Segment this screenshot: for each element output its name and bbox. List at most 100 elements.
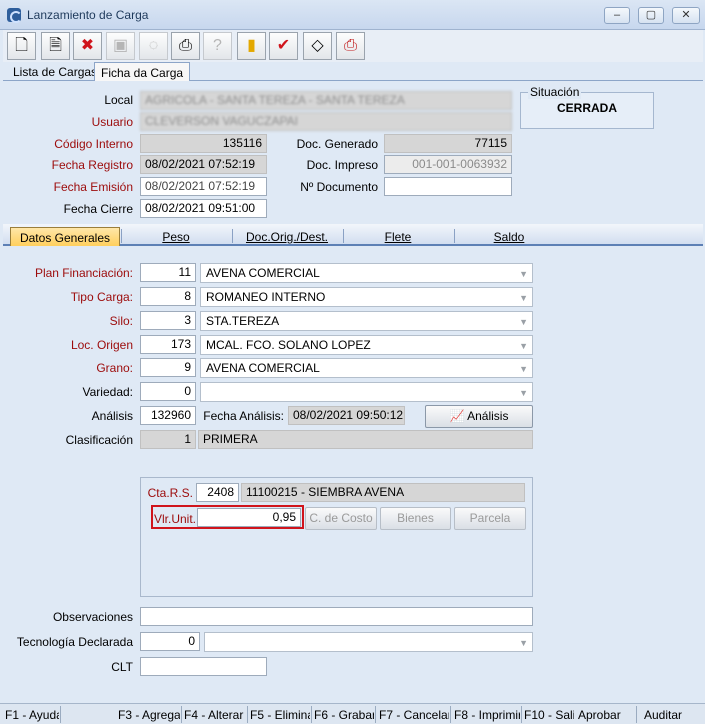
- sound-icon[interactable]: ◌: [139, 32, 168, 60]
- tab-peso[interactable]: Peso: [121, 227, 231, 246]
- tecnologia-label: Tecnología Declarada: [16, 635, 133, 649]
- vlr-unit-label: Vlr.Unit.: [154, 512, 197, 526]
- tipo-carga-value: ROMANEO INTERNO: [206, 290, 326, 304]
- fecha-emision-field[interactable]: 08/02/2021 07:52:19: [140, 177, 267, 196]
- tab-saldo[interactable]: Saldo: [454, 227, 564, 246]
- tecnologia-code[interactable]: 0: [140, 632, 200, 651]
- status-f10[interactable]: F10 - Salir: [524, 708, 574, 722]
- status-bar: F1 - Ayuda F3 - Agregar F4 - Alterar F5 …: [0, 703, 705, 724]
- clt-label: CLT: [111, 660, 133, 674]
- nro-documento-label: Nº Documento: [300, 180, 378, 194]
- tab-ficha-da-carga[interactable]: Ficha da Carga: [94, 62, 191, 81]
- eraser-icon[interactable]: ◇: [303, 32, 332, 60]
- tab-lista-de-cargas[interactable]: Lista de Cargas: [7, 62, 103, 81]
- analisis-button[interactable]: 📈 Análisis: [425, 405, 533, 428]
- edit-document-icon[interactable]: 🗎: [41, 32, 70, 60]
- tecnologia-select[interactable]: ▼: [204, 632, 533, 652]
- silo-label: Silo:: [109, 314, 133, 328]
- exit-door-icon[interactable]: ▮: [237, 32, 266, 60]
- grano-code[interactable]: 9: [140, 358, 196, 377]
- cta-rs-code[interactable]: 2408: [196, 483, 239, 502]
- usuario-label: Usuario: [91, 115, 133, 129]
- help-icon[interactable]: ?: [203, 32, 232, 60]
- variedad-label: Variedad:: [82, 385, 133, 399]
- grano-value: AVENA COMERCIAL: [206, 361, 320, 375]
- top-tabs: Lista de Cargas Ficha da Carga: [3, 61, 703, 81]
- codigo-interno-field[interactable]: 135116: [140, 134, 267, 153]
- new-document-icon[interactable]: 🗋: [7, 32, 36, 60]
- tab-flete[interactable]: Flete: [343, 227, 453, 246]
- status-auditar[interactable]: Auditar: [644, 708, 700, 722]
- silo-code[interactable]: 3: [140, 311, 196, 330]
- status-f3[interactable]: F3 - Agregar: [118, 708, 180, 722]
- plan-financiacion-select[interactable]: AVENA COMERCIAL ▼: [200, 263, 533, 283]
- maximize-button[interactable]: ▢: [638, 7, 664, 24]
- status-f7[interactable]: F7 - Cancelar: [379, 708, 449, 722]
- approve-check-icon[interactable]: ✔: [269, 32, 298, 60]
- loc-origen-label: Loc. Origen: [70, 338, 133, 352]
- bienes-button[interactable]: Bienes: [380, 507, 451, 530]
- fecha-analisis-field[interactable]: 08/02/2021 09:50:12: [288, 406, 405, 425]
- status-f5[interactable]: F5 - Eliminar: [250, 708, 310, 722]
- loc-origen-select[interactable]: MCAL. FCO. SOLANO LOPEZ ▼: [200, 335, 533, 355]
- plan-financiacion-code[interactable]: 11: [140, 263, 196, 282]
- grano-select[interactable]: AVENA COMERCIAL ▼: [200, 358, 533, 378]
- clasificacion-code[interactable]: 1: [140, 430, 196, 449]
- clasificacion-field[interactable]: PRIMERA: [198, 430, 533, 449]
- cta-rs-field[interactable]: 11100215 - SIEMBRA AVENA: [241, 483, 525, 502]
- status-aprobar[interactable]: Aprobar: [578, 708, 634, 722]
- tipo-carga-label: Tipo Carga:: [70, 290, 133, 304]
- delete-document-icon[interactable]: ✖: [73, 32, 102, 60]
- observaciones-label: Observaciones: [52, 610, 133, 624]
- fecha-analisis-label: Fecha Análisis:: [203, 409, 284, 423]
- loc-origen-code[interactable]: 173: [140, 335, 196, 354]
- local-label: Local: [104, 93, 133, 107]
- tab-doc-orig-dest[interactable]: Doc.Orig./Dest.: [232, 227, 342, 246]
- doc-generado-field[interactable]: 77115: [384, 134, 512, 153]
- plan-financiacion-label: Plan Financiación:: [34, 266, 133, 280]
- silo-select[interactable]: STA.TEREZA ▼: [200, 311, 533, 331]
- status-f6[interactable]: F6 - Grabar: [314, 708, 374, 722]
- nro-documento-field[interactable]: [384, 177, 512, 196]
- local-field[interactable]: AGRICOLA - SANTA TEREZA - SANTA TEREZA: [140, 91, 512, 110]
- status-f4[interactable]: F4 - Alterar: [184, 708, 246, 722]
- title-bar[interactable]: Lanzamiento de Carga – ▢ ✕: [0, 0, 705, 30]
- chevron-down-icon: ▼: [519, 364, 528, 374]
- status-f1[interactable]: F1 - Ayuda: [5, 708, 59, 722]
- doc-impreso-label: Doc. Impreso: [306, 158, 378, 172]
- print-cancel-icon[interactable]: ⎙: [336, 32, 365, 60]
- analisis-label: Análisis: [91, 409, 133, 423]
- variedad-code[interactable]: 0: [140, 382, 196, 401]
- plan-financiacion-value: AVENA COMERCIAL: [206, 266, 320, 280]
- app-logo-icon: [7, 8, 22, 23]
- situacion-label: Situación: [528, 85, 582, 99]
- clasificacion-label: Clasificación: [65, 433, 133, 447]
- tipo-carga-code[interactable]: 8: [140, 287, 196, 306]
- toolbar: 🗋 🗎 ✖ ▣ ◌ ⎙ ? ▮ ✔ ◇ ⎙: [3, 30, 703, 62]
- status-f8[interactable]: F8 - Imprimir: [454, 708, 520, 722]
- chevron-down-icon: ▼: [519, 317, 528, 327]
- print-icon[interactable]: ⎙: [171, 32, 200, 60]
- clt-field[interactable]: [140, 657, 267, 676]
- centro-costo-button[interactable]: C. de Costo: [305, 507, 377, 530]
- close-button[interactable]: ✕: [672, 7, 700, 24]
- doc-impreso-field[interactable]: 001-001-0063932: [384, 155, 512, 174]
- fecha-registro-field[interactable]: 08/02/2021 07:52:19: [140, 155, 267, 174]
- tipo-carga-select[interactable]: ROMANEO INTERNO ▼: [200, 287, 533, 307]
- minimize-button[interactable]: –: [604, 7, 630, 24]
- usuario-field[interactable]: CLEVERSON VAGUCZAPAI: [140, 112, 512, 131]
- analisis-button-label: Análisis: [467, 409, 509, 423]
- silo-value: STA.TEREZA: [206, 314, 280, 328]
- variedad-select[interactable]: ▼: [200, 382, 533, 402]
- fecha-cierre-field[interactable]: 08/02/2021 09:51:00: [140, 199, 267, 218]
- grano-label: Grano:: [96, 361, 133, 375]
- analisis-field[interactable]: 132960: [140, 406, 196, 425]
- vlr-unit-field[interactable]: 0,95: [197, 508, 301, 527]
- parcela-button[interactable]: Parcela: [454, 507, 526, 530]
- fecha-cierre-label: Fecha Cierre: [63, 202, 133, 216]
- observaciones-field[interactable]: [140, 607, 533, 626]
- tab-datos-generales[interactable]: Datos Generales: [10, 227, 120, 246]
- save-icon[interactable]: ▣: [106, 32, 135, 60]
- chevron-down-icon: ▼: [519, 388, 528, 398]
- loc-origen-value: MCAL. FCO. SOLANO LOPEZ: [206, 338, 371, 352]
